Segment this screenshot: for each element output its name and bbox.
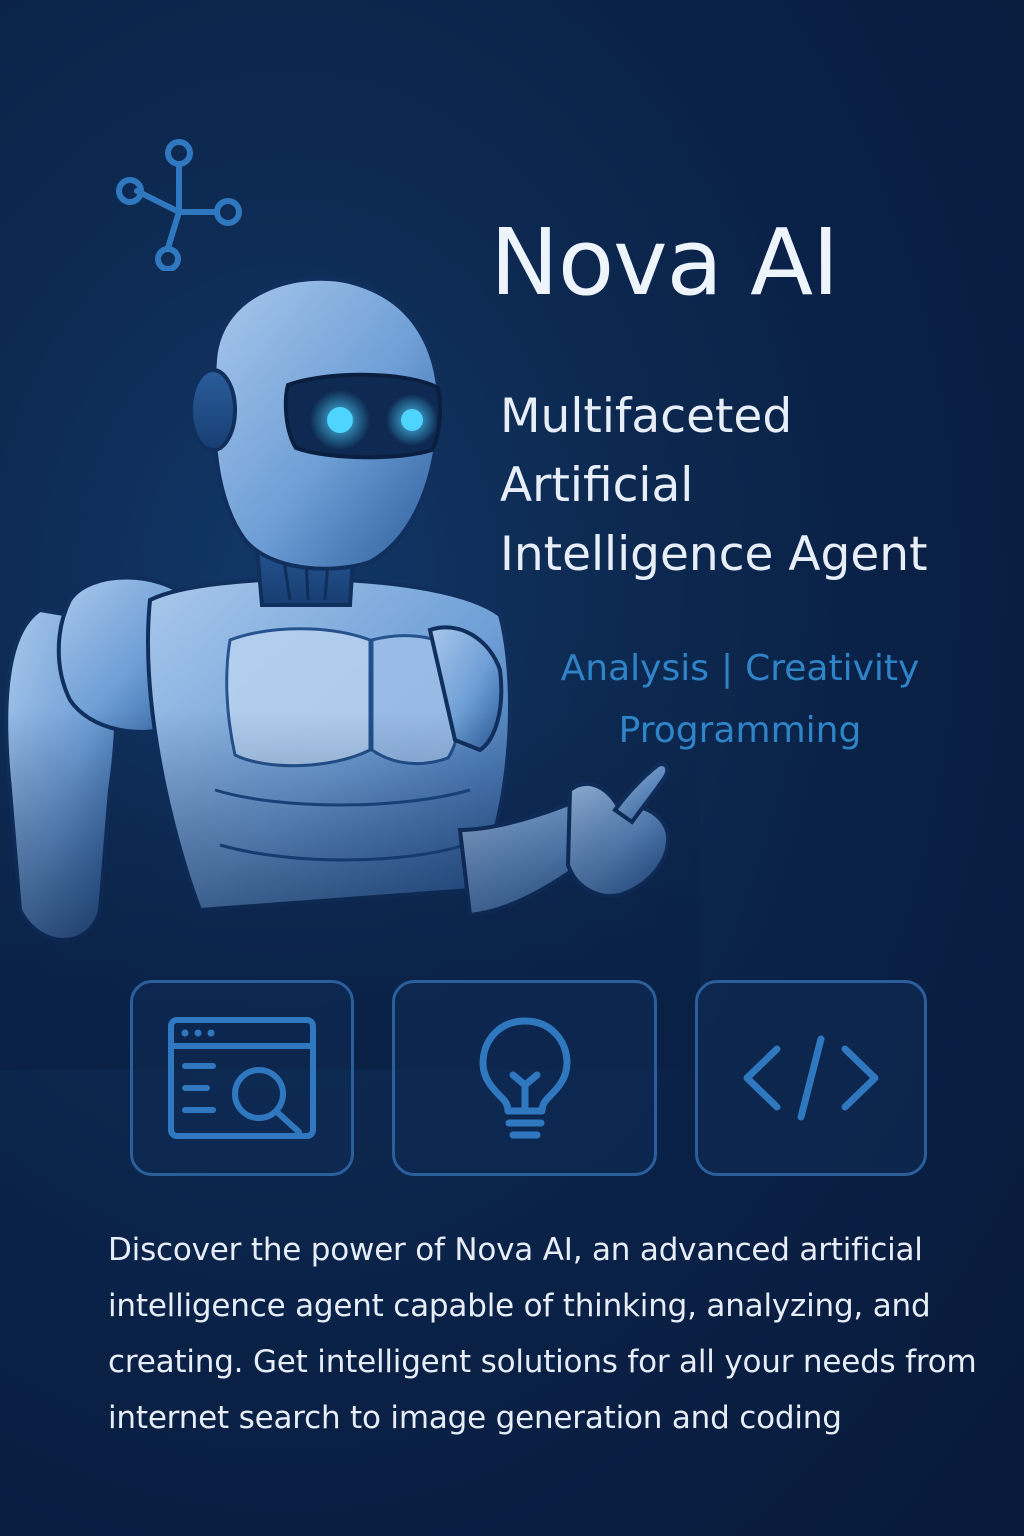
tag-creativity: Creativity — [745, 648, 920, 689]
programming-card — [695, 980, 927, 1176]
feature-cards — [0, 980, 1024, 1180]
tag-programming: Programming — [618, 710, 862, 751]
tag-analysis: Analysis — [560, 648, 709, 689]
description: Discover the power of Nova AI, an advanc… — [108, 1232, 977, 1436]
analysis-card — [130, 980, 354, 1176]
creativity-card — [392, 980, 657, 1176]
poster: Nova AI Multifaceted Artificial Intellig… — [0, 0, 1024, 1536]
subtitle-line: Intelligence Agent — [500, 527, 928, 583]
subtitle: Multifaceted Artificial Intelligence Age… — [500, 382, 1010, 589]
code-icon — [743, 1035, 879, 1121]
subtitle-line: Multifaceted — [500, 389, 793, 444]
tags-line-1: Analysis | Creativity — [500, 638, 980, 700]
app-title: Nova AI — [490, 209, 839, 316]
lightbulb-icon — [479, 1017, 570, 1139]
capability-tags: Analysis | Creativity Programming — [500, 638, 980, 762]
subtitle-line: Artificial — [500, 458, 694, 514]
network-nodes-icon — [116, 139, 242, 271]
tag-separator: | — [720, 648, 734, 689]
web-search-icon — [168, 1017, 316, 1139]
